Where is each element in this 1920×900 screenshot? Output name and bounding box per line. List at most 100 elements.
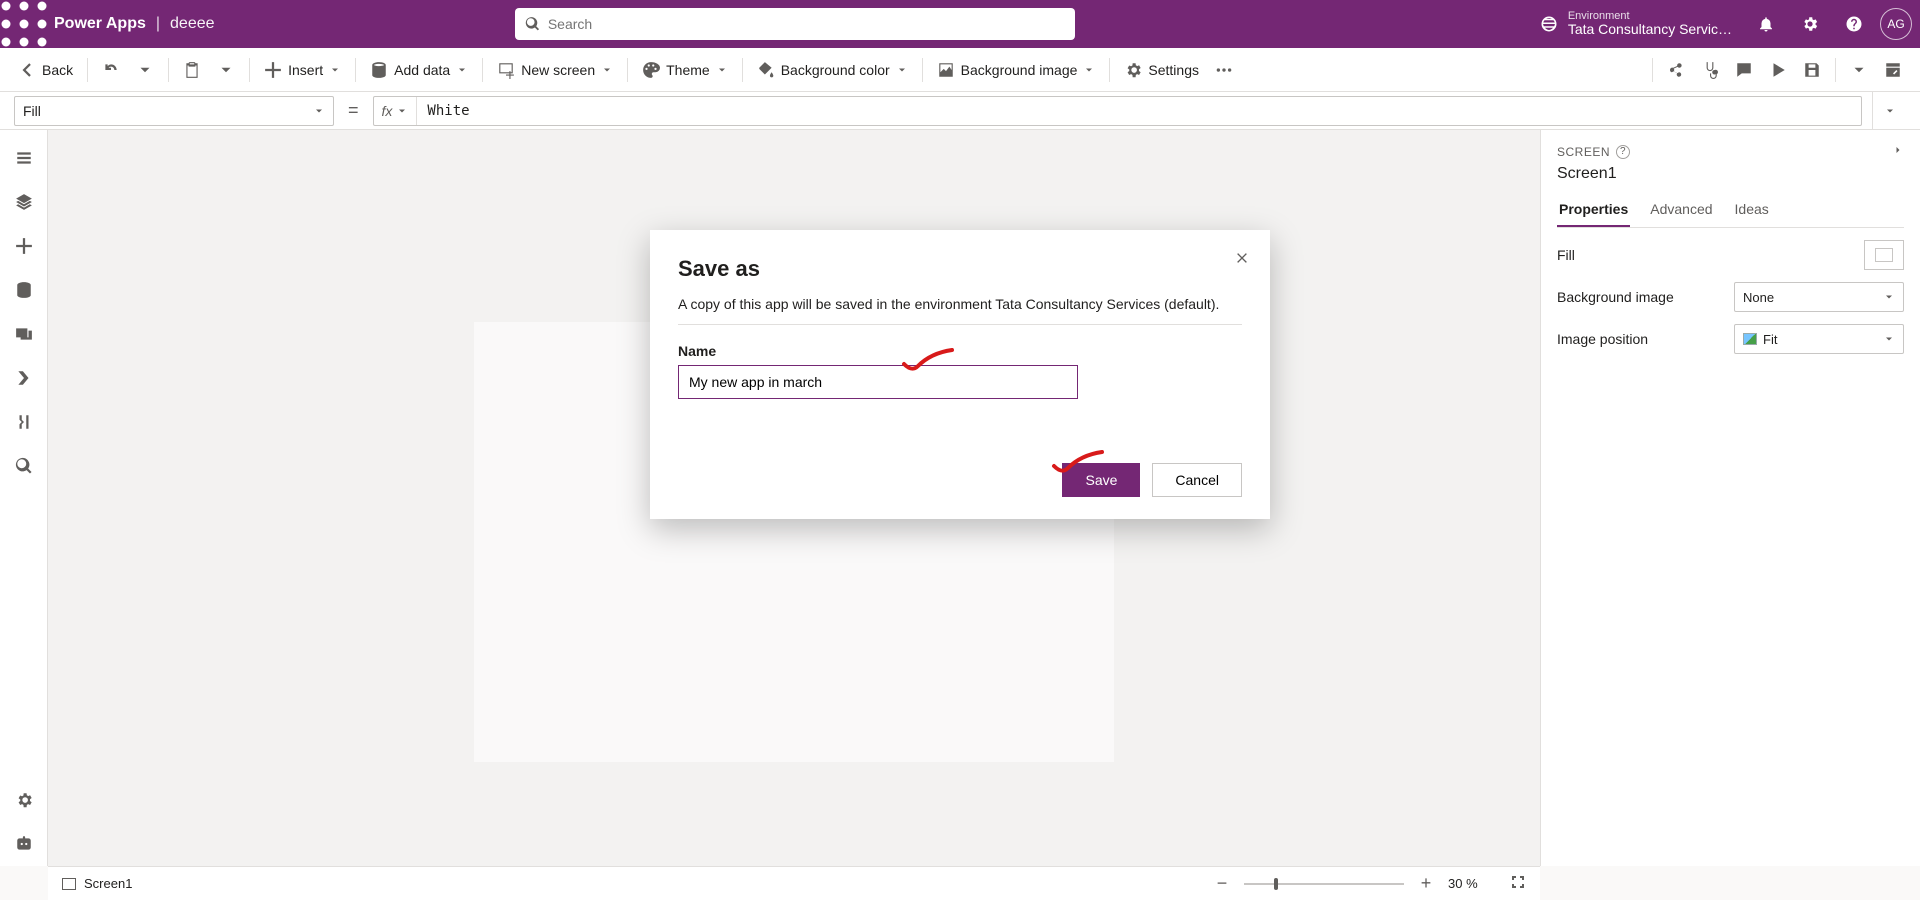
- brand-separator: |: [146, 15, 170, 33]
- dialog-save-button[interactable]: Save: [1062, 463, 1140, 497]
- insert-button[interactable]: Insert: [256, 48, 349, 92]
- comments-button[interactable]: [1727, 48, 1761, 92]
- tab-properties[interactable]: Properties: [1557, 193, 1630, 227]
- property-dropdown-label: Fill: [23, 103, 41, 119]
- ribbon-separator: [1109, 58, 1110, 82]
- more-icon: [1215, 61, 1233, 79]
- flow-icon: [15, 369, 33, 387]
- prop-bg-image-value: None: [1743, 290, 1774, 305]
- app-name-label: deeee: [170, 15, 215, 33]
- settings-button[interactable]: [1788, 0, 1832, 48]
- environment-picker[interactable]: Environment Tata Consultancy Servic…: [1540, 10, 1732, 37]
- prop-bg-image-dropdown[interactable]: None: [1734, 282, 1904, 312]
- undo-button[interactable]: [94, 48, 128, 92]
- dialog-cancel-button[interactable]: Cancel: [1152, 463, 1242, 497]
- paste-button[interactable]: [175, 48, 209, 92]
- help-button[interactable]: [1832, 0, 1876, 48]
- bg-image-button[interactable]: Background image: [929, 48, 1104, 92]
- screen-plus-icon: [497, 61, 515, 79]
- rail-data[interactable]: [0, 268, 48, 312]
- new-screen-button[interactable]: New screen: [489, 48, 621, 92]
- dialog-close-button[interactable]: [1228, 244, 1256, 272]
- global-header: Power Apps | deeee Environment Tata Cons…: [0, 0, 1920, 48]
- status-bar: Screen1 − + 30 %: [48, 866, 1540, 900]
- prop-fill-label: Fill: [1557, 247, 1864, 263]
- plus-icon: [264, 61, 282, 79]
- ribbon-separator: [355, 58, 356, 82]
- color-swatch-icon: [1875, 248, 1893, 262]
- search-input[interactable]: [548, 16, 1065, 32]
- play-icon: [1769, 61, 1787, 79]
- environment-icon: [1540, 15, 1558, 33]
- zoom-in-button[interactable]: +: [1416, 873, 1436, 894]
- chevron-down-icon: [1883, 291, 1895, 303]
- rail-tree-view[interactable]: [0, 180, 48, 224]
- fx-label: fx: [382, 103, 393, 119]
- rail-power-automate[interactable]: [0, 356, 48, 400]
- user-avatar[interactable]: AG: [1880, 8, 1912, 40]
- chevron-right-icon: [1892, 144, 1904, 156]
- formula-input[interactable]: White: [417, 103, 1861, 119]
- formula-expand-button[interactable]: [1872, 92, 1906, 129]
- chevron-down-icon: [313, 105, 325, 117]
- back-arrow-icon: [18, 61, 36, 79]
- back-button[interactable]: Back: [10, 48, 81, 92]
- fx-menu[interactable]: fx: [374, 97, 418, 125]
- tab-advanced[interactable]: Advanced: [1648, 193, 1714, 227]
- checker-button[interactable]: [1693, 48, 1727, 92]
- rail-settings[interactable]: [0, 778, 48, 822]
- rail-media[interactable]: [0, 312, 48, 356]
- undo-menu[interactable]: [128, 48, 162, 92]
- ribbon-separator: [742, 58, 743, 82]
- prop-fill-color-picker[interactable]: [1864, 240, 1904, 270]
- rail-insert[interactable]: [0, 224, 48, 268]
- zoom-slider[interactable]: [1244, 883, 1404, 885]
- rail-search[interactable]: [0, 444, 48, 488]
- save-menu[interactable]: [1842, 48, 1876, 92]
- add-data-button[interactable]: Add data: [362, 48, 476, 92]
- share-button[interactable]: [1659, 48, 1693, 92]
- publish-button[interactable]: [1876, 48, 1910, 92]
- prop-img-pos-dropdown[interactable]: Fit: [1734, 324, 1904, 354]
- zoom-percent: 30 %: [1448, 876, 1498, 891]
- panel-help-icon[interactable]: ?: [1616, 145, 1630, 159]
- bg-image-label: Background image: [961, 62, 1078, 78]
- stethoscope-icon: [1701, 61, 1719, 79]
- tab-ideas[interactable]: Ideas: [1733, 193, 1771, 227]
- clipboard-icon: [183, 61, 201, 79]
- property-dropdown[interactable]: Fill: [14, 96, 334, 126]
- save-button[interactable]: [1795, 48, 1829, 92]
- bg-color-button[interactable]: Background color: [749, 48, 916, 92]
- rail-hamburger[interactable]: [0, 136, 48, 180]
- new-screen-label: New screen: [521, 62, 595, 78]
- settings-ribbon-button[interactable]: Settings: [1116, 48, 1207, 92]
- save-as-dialog: Save as A copy of this app will be saved…: [650, 230, 1270, 519]
- chevron-down-icon: [456, 64, 468, 76]
- formula-bar: Fill = fx White: [0, 92, 1920, 130]
- zoom-out-button[interactable]: −: [1212, 873, 1232, 894]
- command-ribbon: Back Insert Add data New screen Theme Ba…: [0, 48, 1920, 92]
- ribbon-separator: [249, 58, 250, 82]
- zoom-slider-thumb[interactable]: [1274, 878, 1278, 890]
- waffle-icon[interactable]: [0, 0, 48, 48]
- database-icon: [370, 61, 388, 79]
- dialog-description: A copy of this app will be saved in the …: [678, 296, 1242, 325]
- panel-expand-button[interactable]: [1892, 144, 1904, 159]
- ribbon-separator: [87, 58, 88, 82]
- status-screen-name[interactable]: Screen1: [84, 876, 132, 891]
- image-icon: [1743, 333, 1757, 345]
- preview-button[interactable]: [1761, 48, 1795, 92]
- ribbon-overflow[interactable]: [1207, 48, 1241, 92]
- rail-virtual-agent[interactable]: [0, 822, 48, 866]
- comment-icon: [1735, 61, 1753, 79]
- panel-section-label: SCREEN: [1557, 145, 1610, 159]
- search-box[interactable]: [515, 8, 1075, 40]
- rail-variables[interactable]: [0, 400, 48, 444]
- dialog-name-input[interactable]: [678, 365, 1078, 399]
- environment-name: Tata Consultancy Servic…: [1568, 22, 1732, 37]
- paste-menu[interactable]: [209, 48, 243, 92]
- notifications-button[interactable]: [1744, 0, 1788, 48]
- theme-button[interactable]: Theme: [634, 48, 736, 92]
- chevron-down-icon: [896, 64, 908, 76]
- fit-to-window-button[interactable]: [1510, 874, 1526, 893]
